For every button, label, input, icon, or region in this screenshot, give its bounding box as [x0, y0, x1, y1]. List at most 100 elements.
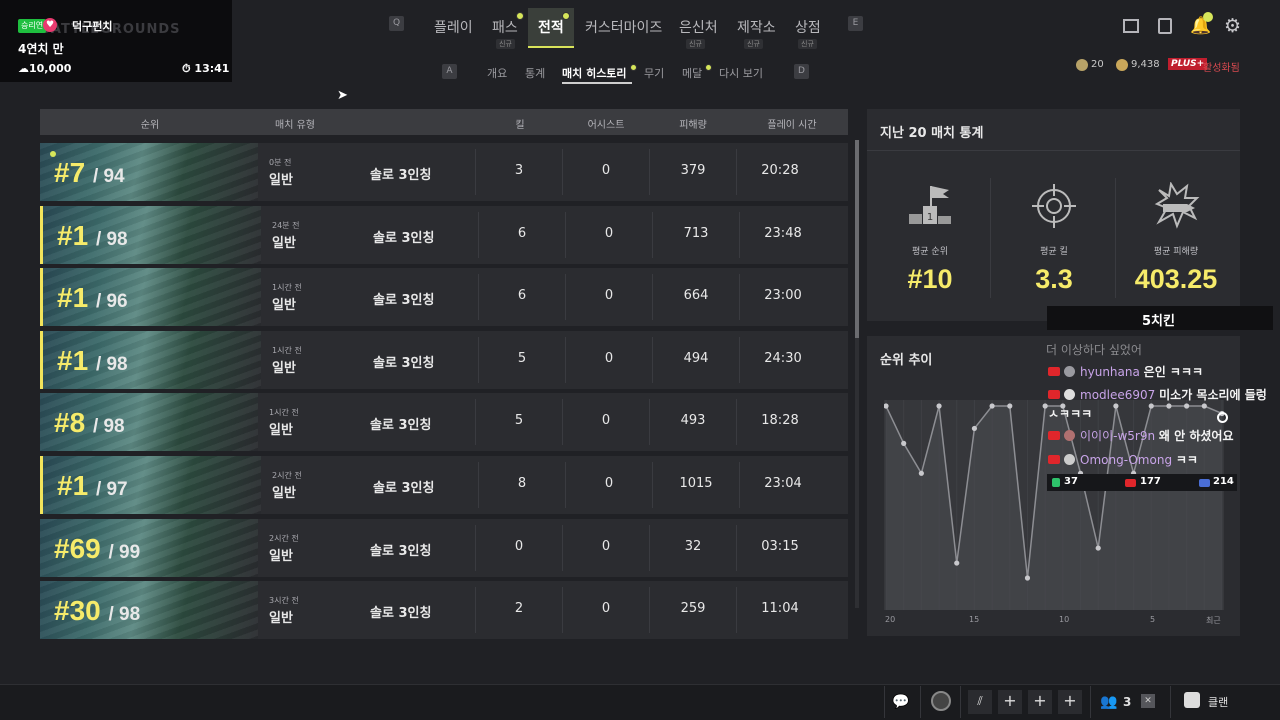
bottom-separator	[920, 686, 921, 718]
subnav-overview[interactable]: 개요	[487, 65, 507, 81]
match-damage: 713	[683, 225, 709, 241]
table-row[interactable]: #69 / 99 2시간 전 일반 솔로 3인칭 0 0 32 03:15	[40, 518, 848, 577]
x-tick-label: 10	[1059, 615, 1070, 624]
chart-point	[1166, 403, 1172, 409]
youtube-icon	[1048, 455, 1060, 464]
match-kills: 0	[514, 538, 524, 554]
clan-label[interactable]: 클랜	[1208, 694, 1228, 710]
scrollbar-thumb[interactable]	[855, 140, 859, 338]
party-count: 3	[1123, 695, 1132, 709]
chart-point	[989, 403, 995, 409]
table-row[interactable]: #1 / 97 2시간 전 일반 솔로 3인칭 8 0 1015 23:04	[40, 456, 848, 514]
chat-icon[interactable]: 💬	[892, 693, 910, 711]
nav-record[interactable]: 전적	[538, 17, 564, 37]
nav-store[interactable]: 상점	[795, 17, 821, 37]
chat-message: modlee6907 미소가 목소리에 들렁	[1080, 388, 1267, 402]
news-icon[interactable]	[1158, 18, 1172, 34]
subnav-history-dot	[630, 64, 637, 71]
column-separator	[736, 524, 737, 571]
nav-pass-dot	[516, 12, 524, 20]
table-row[interactable]: #30 / 98 3시간 전 일반 솔로 3인칭 2 0 259 11:04	[40, 581, 848, 640]
match-playtime: 20:28	[761, 163, 799, 178]
nav-key-left[interactable]: Q	[389, 16, 404, 31]
clan-icon[interactable]	[1184, 692, 1200, 708]
column-separator	[478, 336, 479, 383]
close-icon[interactable]: ✕	[1141, 694, 1155, 708]
chicken-count: 5치킨	[1142, 314, 1175, 329]
add-party-member-button[interactable]: +	[1058, 690, 1082, 714]
match-assists: 0	[604, 476, 614, 491]
table-row[interactable]: #1 / 98 1시간 전 일반 솔로 3인칭 5 0 494 24:30	[40, 330, 848, 389]
bottom-bar	[0, 684, 1280, 720]
subnav-stats[interactable]: 통계	[525, 65, 545, 81]
nav-workshop[interactable]: 제작소	[737, 17, 776, 37]
column-separator	[478, 274, 479, 321]
match-rank: #8 / 98	[54, 407, 125, 439]
nav-customize[interactable]: 커스터마이즈	[585, 17, 662, 37]
match-damage: 259	[680, 601, 706, 617]
table-row[interactable]: #8 / 98 1시간 전 일반 솔로 3인칭 5 0 493 18:28	[40, 393, 848, 452]
chzzk-icon	[1052, 478, 1060, 487]
nav-store-new: 신규	[798, 39, 817, 49]
gear-icon[interactable]: ⚙	[1224, 15, 1241, 37]
th-kills: 킬	[515, 120, 525, 131]
match-assists: 0	[601, 601, 611, 617]
match-time-ago: 2시간 전	[272, 471, 302, 480]
table-row[interactable]: #1 / 96 1시간 전 일반 솔로 3인칭 6 0 664 23:00	[40, 268, 848, 327]
match-rank: #1 / 98	[57, 219, 128, 251]
chat-message-continued: ㅅㅋㅋㅋ	[1048, 407, 1093, 421]
avg-rank-label: 평균 순위	[912, 247, 948, 257]
subnav-medals[interactable]: 메달	[682, 65, 702, 81]
avatar	[1064, 454, 1075, 465]
profile-emblem-icon[interactable]	[931, 691, 951, 711]
match-playtime: 23:04	[764, 476, 802, 491]
calendar-icon[interactable]	[1123, 19, 1139, 33]
avg-damage-value: 403.25	[1134, 264, 1218, 294]
match-playtime: 11:04	[761, 601, 799, 617]
bottom-separator	[884, 686, 885, 718]
chart-point	[936, 403, 942, 409]
match-assists: 0	[604, 350, 614, 366]
table-row[interactable]: #7 / 94 0분 전 일반 솔로 3인칭 3 0 379 20:28	[40, 143, 848, 201]
avatar	[1064, 430, 1075, 441]
match-time-ago: 2시간 전	[269, 533, 299, 543]
plus-status: 활성화됨	[1203, 63, 1240, 74]
stats-divider	[867, 150, 1240, 151]
squad-icon[interactable]: ⫽	[968, 690, 992, 714]
add-party-member-button[interactable]: +	[998, 690, 1022, 714]
nav-hideout[interactable]: 은신처	[679, 17, 718, 37]
subnav-key-right[interactable]: D	[794, 64, 809, 79]
match-time-ago: 3시간 전	[269, 596, 299, 606]
x-tick-label: 15	[969, 615, 980, 624]
subnav-match-history[interactable]: 매치 히스토리	[562, 65, 627, 81]
nav-play[interactable]: 플레이	[434, 17, 473, 37]
table-row[interactable]: #1 / 98 24분 전 일반 솔로 3인칭 6 0 713 23:48	[40, 205, 848, 264]
match-mode: 솔로 3인칭	[370, 543, 432, 559]
match-damage: 32	[684, 538, 702, 554]
th-damage: 피해량	[679, 120, 707, 131]
subnav-replays[interactable]: 다시 보기	[719, 65, 763, 81]
column-separator	[475, 399, 476, 446]
column-separator	[562, 587, 563, 634]
nav-key-right[interactable]: E	[848, 16, 863, 31]
nav-pass[interactable]: 패스	[492, 17, 518, 37]
viewer-count-a: 37	[1064, 476, 1078, 487]
friends-icon[interactable]: 👥	[1100, 693, 1118, 711]
viewer-count-total: 214	[1213, 476, 1234, 487]
match-mode: 솔로 3인칭	[370, 168, 432, 183]
match-type: 일반	[269, 173, 293, 188]
column-separator	[649, 587, 650, 634]
column-separator	[736, 399, 737, 446]
chart-point	[1024, 575, 1031, 581]
subnav-key-left[interactable]: A	[442, 64, 457, 79]
bottom-separator	[960, 686, 961, 718]
chart-point	[901, 440, 907, 446]
total-icon	[1199, 479, 1210, 487]
add-party-member-button[interactable]: +	[1028, 690, 1052, 714]
subnav-active-indicator	[562, 82, 632, 84]
column-separator	[649, 399, 650, 446]
subnav-weapons[interactable]: 무기	[644, 65, 664, 81]
crosshair-icon	[1032, 184, 1076, 228]
chat-indicator-icon	[1217, 412, 1228, 423]
column-separator	[739, 211, 740, 258]
